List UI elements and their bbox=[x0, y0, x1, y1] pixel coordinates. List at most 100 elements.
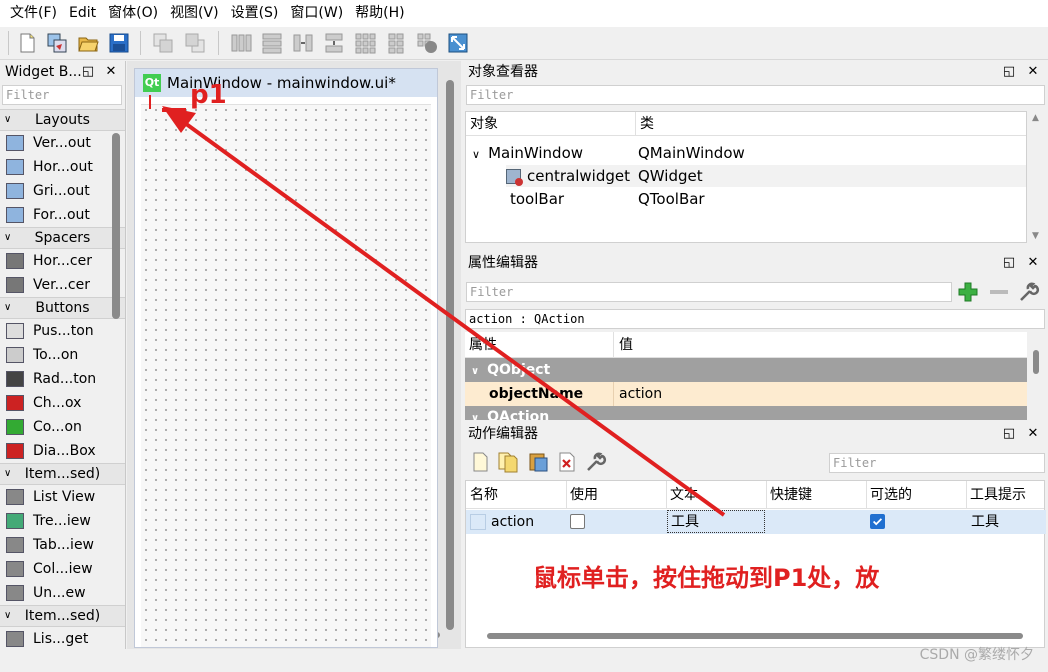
add-property-icon[interactable] bbox=[957, 281, 979, 303]
close-icon[interactable]: ✕ bbox=[1025, 426, 1041, 442]
widget-item[interactable]: For...out bbox=[0, 203, 125, 227]
widget-category-header[interactable]: ∨ Layouts bbox=[0, 109, 125, 131]
widget-item[interactable]: Ch...ox bbox=[0, 391, 125, 415]
col-value[interactable]: 值 bbox=[619, 332, 633, 358]
widget-item[interactable]: List View bbox=[0, 485, 125, 509]
float-icon[interactable]: ◱ bbox=[1001, 426, 1017, 442]
action-col-header[interactable]: 工具提示 bbox=[970, 481, 1026, 509]
widget-item[interactable]: Tab...iew bbox=[0, 533, 125, 557]
action-col-header[interactable]: 名称 bbox=[470, 481, 498, 509]
object-tree-scrollbar[interactable]: ▲ ▼ bbox=[1029, 111, 1045, 243]
property-row-objectname[interactable]: objectName action bbox=[465, 382, 1027, 406]
new-file-icon[interactable] bbox=[16, 32, 38, 54]
menu-help[interactable]: 帮助(H) bbox=[349, 0, 410, 27]
close-icon[interactable]: ✕ bbox=[1025, 64, 1041, 80]
widget-item[interactable]: Hor...out bbox=[0, 155, 125, 179]
configure-wrench-icon[interactable] bbox=[584, 450, 608, 474]
action-col-header[interactable]: 使用 bbox=[570, 481, 598, 509]
property-group-qobject[interactable]: ∨ QObject bbox=[465, 358, 1027, 382]
action-tooltip[interactable]: 工具 bbox=[971, 509, 999, 535]
action-col-header[interactable]: 快捷键 bbox=[770, 481, 812, 509]
widget-category-header[interactable]: ∨ Spacers bbox=[0, 227, 125, 249]
widget-category-header[interactable]: ∨ Item...sed) bbox=[0, 463, 125, 485]
object-filter-input[interactable]: Filter bbox=[466, 85, 1045, 105]
action-checkable-checkbox[interactable] bbox=[870, 514, 885, 529]
adjust-size-icon[interactable] bbox=[447, 32, 469, 54]
action-text[interactable]: 工具 bbox=[671, 509, 699, 535]
menu-view[interactable]: 视图(V) bbox=[164, 0, 225, 27]
widget-item[interactable]: To...on bbox=[0, 343, 125, 367]
widget-category-header[interactable]: ∨ Item...sed) bbox=[0, 605, 125, 627]
mdi-vscrollbar[interactable] bbox=[446, 80, 454, 630]
float-icon[interactable]: ◱ bbox=[1001, 255, 1017, 271]
float-icon[interactable]: ◱ bbox=[80, 64, 96, 80]
action-hscrollbar[interactable] bbox=[487, 633, 1023, 639]
menu-window[interactable]: 窗口(W) bbox=[284, 0, 349, 27]
widget-category-header[interactable]: ∨ Buttons bbox=[0, 297, 125, 319]
paste-action-icon[interactable] bbox=[527, 451, 549, 473]
widget-item[interactable]: Hor...cer bbox=[0, 249, 125, 273]
action-used-checkbox[interactable] bbox=[570, 514, 585, 529]
widget-box-scrollbar[interactable] bbox=[112, 133, 120, 319]
column-divider[interactable] bbox=[966, 481, 967, 509]
new-action-icon[interactable] bbox=[471, 451, 491, 473]
bring-to-front-icon[interactable] bbox=[184, 32, 206, 54]
action-row[interactable]: action 工具 工具 bbox=[466, 510, 1046, 534]
property-value[interactable]: action bbox=[619, 382, 662, 406]
widget-item[interactable]: Un...ew bbox=[0, 581, 125, 605]
widget-item[interactable]: Col...iew bbox=[0, 557, 125, 581]
close-icon[interactable]: ✕ bbox=[103, 64, 119, 80]
copy-action-icon[interactable] bbox=[497, 451, 521, 473]
form-canvas[interactable] bbox=[141, 105, 431, 647]
tree-row-centralwidget[interactable]: centralwidget QWidget bbox=[506, 165, 1026, 187]
widget-item[interactable]: Tre...iew bbox=[0, 509, 125, 533]
layout-h-splitter-icon[interactable] bbox=[292, 32, 314, 54]
menu-settings[interactable]: 设置(S) bbox=[225, 0, 285, 27]
form-toolbar-area[interactable] bbox=[141, 97, 431, 105]
open-from-template-icon[interactable] bbox=[46, 32, 68, 54]
break-layout-icon[interactable] bbox=[416, 32, 438, 54]
action-col-header[interactable]: 可选的 bbox=[870, 481, 912, 509]
widget-item[interactable]: Lis...get bbox=[0, 627, 125, 649]
close-icon[interactable]: ✕ bbox=[1025, 255, 1041, 271]
delete-action-icon[interactable] bbox=[557, 451, 577, 473]
remove-property-icon[interactable] bbox=[988, 281, 1010, 303]
layout-v-splitter-icon[interactable] bbox=[323, 32, 345, 54]
menu-file[interactable]: 文件(F) bbox=[4, 0, 63, 27]
layout-grid-icon[interactable] bbox=[354, 32, 376, 54]
configure-wrench-icon[interactable] bbox=[1017, 280, 1041, 304]
open-folder-icon[interactable] bbox=[77, 32, 99, 54]
widget-item[interactable]: Pus...ton bbox=[0, 319, 125, 343]
property-filter-input[interactable]: Filter bbox=[466, 282, 952, 302]
menu-edit[interactable]: Edit bbox=[63, 0, 102, 27]
menu-form[interactable]: 窗体(O) bbox=[102, 0, 164, 27]
property-group-qaction[interactable]: ∨ QAction bbox=[465, 406, 1027, 420]
column-divider[interactable] bbox=[766, 481, 767, 509]
col-object[interactable]: 对象 bbox=[466, 112, 636, 135]
column-divider[interactable] bbox=[566, 481, 567, 509]
column-divider[interactable] bbox=[666, 481, 667, 509]
layout-vertical-icon[interactable] bbox=[261, 32, 283, 54]
column-divider[interactable] bbox=[866, 481, 867, 509]
save-icon[interactable] bbox=[108, 32, 130, 54]
send-to-back-icon[interactable] bbox=[152, 32, 174, 54]
float-icon[interactable]: ◱ bbox=[1001, 64, 1017, 80]
widget-item[interactable]: Ver...out bbox=[0, 131, 125, 155]
layout-form-icon[interactable] bbox=[385, 32, 407, 54]
tree-row-mainwindow[interactable]: ∨ MainWindow QMainWindow bbox=[472, 142, 1022, 164]
widget-item[interactable]: Co...on bbox=[0, 415, 125, 439]
widget-item[interactable]: Gri...out bbox=[0, 179, 125, 203]
col-class[interactable]: 类 bbox=[636, 112, 654, 135]
col-property[interactable]: 属性 bbox=[469, 332, 497, 358]
form-window[interactable]: Qt MainWindow - mainwindow.ui* bbox=[134, 68, 438, 648]
widget-filter-input[interactable]: Filter bbox=[2, 85, 122, 105]
form-titlebar[interactable]: Qt MainWindow - mainwindow.ui* bbox=[135, 69, 437, 97]
layout-horizontal-icon[interactable] bbox=[230, 32, 252, 54]
widget-item[interactable]: Dia...Box bbox=[0, 439, 125, 463]
action-filter-input[interactable]: Filter bbox=[829, 453, 1045, 473]
tree-row-toolbar[interactable]: toolBar QToolBar bbox=[510, 188, 1020, 210]
action-col-header[interactable]: 文本 bbox=[670, 481, 698, 509]
property-scrollbar[interactable] bbox=[1033, 350, 1039, 374]
widget-item[interactable]: Rad...ton bbox=[0, 367, 125, 391]
widget-item[interactable]: Ver...cer bbox=[0, 273, 125, 297]
